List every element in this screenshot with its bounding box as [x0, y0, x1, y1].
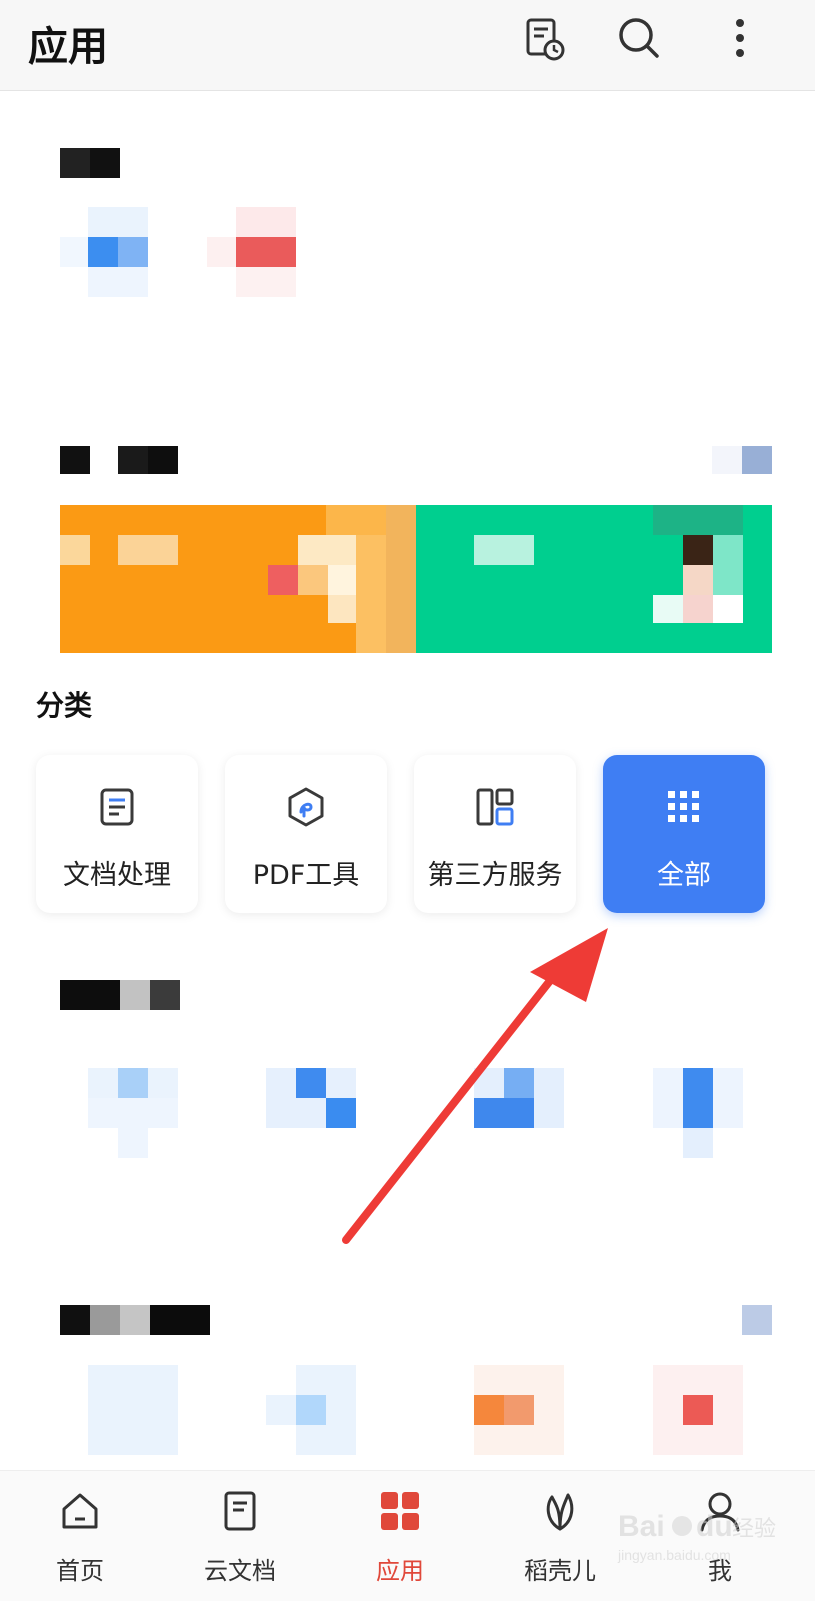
svg-text:du: du — [696, 1510, 733, 1543]
recent-files-icon[interactable] — [520, 14, 568, 62]
page-title: 应用 — [28, 24, 108, 70]
baidu-watermark-logo: Bai du 经验 jingyan.baidu.com — [617, 1510, 776, 1563]
nav-label: 稻壳儿 — [524, 1557, 596, 1585]
more-options-icon[interactable] — [716, 14, 764, 62]
nav-item-docer[interactable]: 稻壳儿 — [500, 1471, 620, 1601]
all-apps-icon — [668, 791, 699, 822]
svg-text:经验: 经验 — [732, 1517, 776, 1542]
nav-item-cloud-docs[interactable]: 云文档 — [180, 1471, 300, 1601]
leaf-icon — [546, 1493, 574, 1531]
category-card-pdf[interactable]: PDF工具 — [225, 755, 387, 913]
home-icon — [62, 1493, 98, 1529]
document-icon — [100, 788, 134, 826]
grid-layout-icon — [476, 788, 514, 826]
svg-text:jingyan.baidu.com: jingyan.baidu.com — [617, 1547, 731, 1563]
search-icon[interactable] — [614, 14, 662, 62]
category-card-all[interactable]: 全部 — [603, 755, 765, 913]
category-label: 全部 — [657, 860, 711, 891]
app-header: 应用 — [0, 0, 815, 91]
nav-item-home[interactable]: 首页 — [20, 1471, 140, 1601]
nav-label: 云文档 — [204, 1557, 276, 1585]
nav-item-apps[interactable]: 应用 — [340, 1471, 460, 1601]
apps-icon — [381, 1492, 419, 1530]
category-label: 第三方服务 — [427, 860, 563, 891]
category-card-document[interactable]: 文档处理 — [36, 755, 198, 913]
svg-text:Bai: Bai — [618, 1510, 665, 1543]
category-label: PDF工具 — [252, 860, 360, 891]
category-label: 文档处理 — [63, 860, 171, 891]
category-card-third-party[interactable]: 第三方服务 — [414, 755, 576, 913]
cloud-doc-icon — [224, 1491, 256, 1531]
categories-title: 分类 — [36, 689, 93, 722]
pdf-icon — [288, 787, 324, 827]
nav-label: 应用 — [376, 1557, 424, 1585]
nav-label: 首页 — [56, 1557, 104, 1585]
